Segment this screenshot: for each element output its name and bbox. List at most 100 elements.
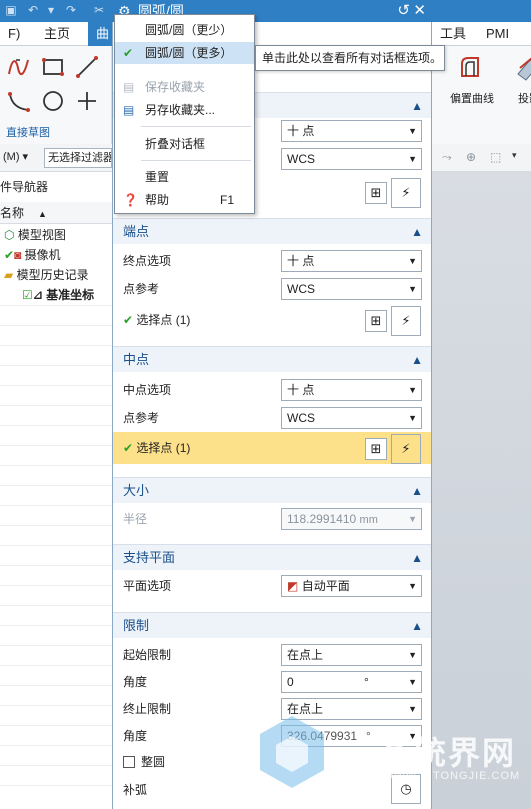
rectangle-icon[interactable] <box>40 54 66 80</box>
section-header-plane[interactable]: 支持平面 ▲ <box>113 544 431 570</box>
radius-field: 118.2991410 mm ▼ <box>281 508 422 530</box>
check-icon: ✔ <box>123 46 134 60</box>
line-icon[interactable] <box>74 54 100 80</box>
nav-item-history[interactable]: ▰ 模型历史记录 <box>4 265 89 285</box>
offset-curve-button[interactable]: 偏置曲线 <box>450 90 494 106</box>
tab-home[interactable]: 主页 <box>36 22 78 46</box>
check-icon: ✔ <box>123 313 134 327</box>
section-header-size[interactable]: 大小 ▲ <box>113 477 431 503</box>
start-angle-field[interactable]: 0 ° ▼ <box>281 671 422 693</box>
tab-curve[interactable]: 曲 <box>88 22 114 46</box>
tab-tools[interactable]: 工具 <box>432 22 474 46</box>
divider <box>0 665 112 666</box>
nav-item-model-views[interactable]: ⬡ 模型视图 <box>4 225 66 245</box>
model-views-icon: ⬡ <box>4 228 15 242</box>
section-header-limits[interactable]: 限制 ▲ <box>113 612 431 638</box>
save-as-icon: ▤ <box>123 103 135 117</box>
mid-option-dropdown[interactable]: 十 点 ▼ <box>281 379 422 401</box>
chevron-down-icon: ▼ <box>408 514 417 524</box>
menu-mode-dropdown[interactable]: (M) ▾ <box>0 148 40 168</box>
divider <box>0 605 112 606</box>
tab-pmi[interactable]: PMI <box>478 22 517 46</box>
end-ref-dropdown[interactable]: WCS ▼ <box>281 278 422 300</box>
tab-file[interactable]: F) <box>0 22 28 46</box>
menu-item-help[interactable]: ❓ 帮助 F1 <box>115 189 254 211</box>
check-icon: ✔ <box>4 248 15 262</box>
snap-icon[interactable]: ⊕ <box>466 150 476 164</box>
graphics-window[interactable] <box>432 172 531 809</box>
mid-ref-dropdown[interactable]: WCS ▼ <box>281 407 422 429</box>
divider <box>0 385 112 386</box>
tools-icon[interactable]: ✂ <box>92 3 106 17</box>
chevron-down-icon: ▼ <box>408 154 417 164</box>
project-curve-button[interactable]: 投影曲 <box>518 90 531 106</box>
redo-icon[interactable]: ▾ <box>44 3 58 17</box>
nav-item-cameras[interactable]: ✔◙ 摄像机 <box>4 245 61 265</box>
arc-icon[interactable] <box>6 88 32 114</box>
inferred-point-button[interactable]: ⚡ <box>391 306 421 336</box>
divider <box>0 645 112 646</box>
inferred-point-button[interactable]: ⚡ <box>391 178 421 208</box>
nav-item-datum-csys[interactable]: ☑⊿ 基准坐标 <box>22 285 94 305</box>
divider <box>0 305 112 306</box>
offset-curve-icon[interactable] <box>456 54 484 82</box>
point-icon[interactable] <box>74 88 100 114</box>
divider <box>0 465 112 466</box>
help-icon: ❓ <box>123 193 138 207</box>
redo-icon-2[interactable]: ↷ <box>64 3 78 17</box>
mid-select-point[interactable]: ✔ 选择点 (1) <box>123 438 190 458</box>
menu-separator <box>141 160 251 161</box>
checkbox-icon[interactable]: ☑ <box>22 288 33 302</box>
ribbon-right-group: 偏置曲线 投影曲 <box>432 46 531 144</box>
chevron-down-icon: ▼ <box>408 256 417 266</box>
section-header-midpoint[interactable]: 中点 ▲ <box>113 346 431 372</box>
undo-icon[interactable]: ↶ <box>26 3 40 17</box>
menu-item-less[interactable]: 圆弧/圆（更少） <box>115 19 254 41</box>
navigator-title: 部件导航器 <box>0 180 49 194</box>
end-angle-label: 角度 <box>123 729 148 743</box>
divider <box>0 525 112 526</box>
chevron-down-icon[interactable]: ▾ <box>512 150 517 161</box>
start-ref-dropdown[interactable]: WCS ▼ <box>281 148 422 170</box>
select-icon[interactable]: ⤳ <box>442 150 452 165</box>
divider <box>0 345 112 346</box>
divider <box>0 705 112 706</box>
reset-icon[interactable]: ↺ <box>397 0 410 22</box>
filter-dropdown[interactable]: 无选择过滤器 <box>44 148 112 168</box>
project-curve-icon[interactable] <box>516 54 531 82</box>
full-circle-checkbox[interactable]: 整圆 <box>123 752 165 772</box>
section-header-endpoint[interactable]: 端点 ▲ <box>113 218 431 244</box>
start-option-dropdown[interactable]: 十 点 ▼ <box>281 120 422 142</box>
close-icon[interactable]: ✕ <box>413 0 426 22</box>
menu-item-save-favorite-as[interactable]: ▤ 另存收藏夹... <box>115 99 254 121</box>
end-limit-label: 终止限制 <box>123 702 172 716</box>
dialog-options-menu: 圆弧/圆（更少） ✔ 圆弧/圆（更多） ▤ 保存收藏夹 ▤ 另存收藏夹... 折叠对话… <box>114 14 255 214</box>
checkbox-icon[interactable] <box>123 756 135 768</box>
save-icon[interactable]: ▣ <box>4 3 18 17</box>
box-select-icon[interactable]: ⬚ <box>490 150 501 164</box>
plane-option-dropdown[interactable]: ◩ 自动平面 ▼ <box>281 575 422 597</box>
menu-item-collapse[interactable]: 折叠对话框 <box>115 133 254 155</box>
point-dialog-button[interactable]: ⊞ <box>365 310 387 332</box>
divider <box>0 625 112 626</box>
point-dialog-button[interactable]: ⊞ <box>365 438 387 460</box>
inferred-point-button[interactable]: ⚡ <box>391 434 421 464</box>
menu-item-reset[interactable]: 重置 <box>115 166 254 188</box>
chevron-down-icon: ▼ <box>408 704 417 714</box>
end-select-point[interactable]: ✔ 选择点 (1) <box>123 310 190 330</box>
start-limit-dropdown[interactable]: 在点上 ▼ <box>281 644 422 666</box>
end-option-dropdown[interactable]: 十 点 ▼ <box>281 250 422 272</box>
chevron-down-icon: ▼ <box>408 650 417 660</box>
divider <box>0 565 112 566</box>
complement-label: 补弧 <box>123 783 148 797</box>
mid-ref-label: 点参考 <box>123 411 160 425</box>
watermark-sub: WWW.XITONGJIE.COM <box>383 770 521 782</box>
chevron-up-icon: ▲ <box>411 99 423 113</box>
menu-item-more[interactable]: ✔ 圆弧/圆（更多） <box>115 42 254 64</box>
column-header-name[interactable]: 名称 ▲ <box>0 202 112 224</box>
end-ref-label: 点参考 <box>123 282 160 296</box>
profile-icon[interactable] <box>6 54 32 80</box>
point-dialog-button[interactable]: ⊞ <box>365 182 387 204</box>
circle-icon[interactable] <box>40 88 66 114</box>
start-limit-label: 起始限制 <box>123 648 172 662</box>
